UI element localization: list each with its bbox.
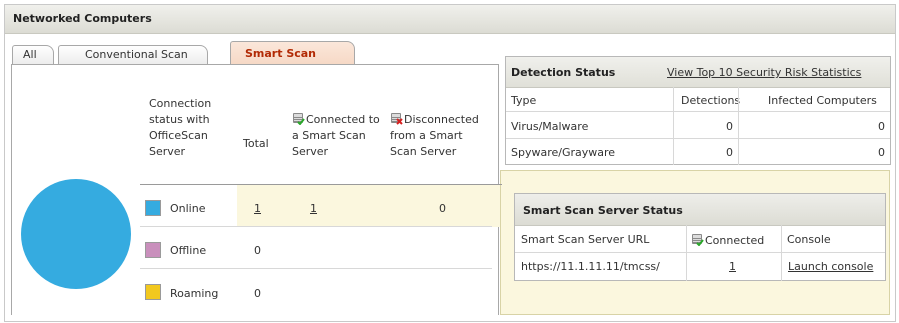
col-connected: Connected to a Smart Scan Server	[292, 112, 380, 160]
launch-console-link[interactable]: Launch console	[788, 260, 873, 273]
column-divider	[673, 87, 674, 165]
view-top10-link[interactable]: View Top 10 Security Risk Statistics	[667, 66, 861, 79]
tab-smart-scan[interactable]: Smart Scan	[230, 41, 355, 65]
legend-roaming-swatch	[145, 284, 161, 300]
row-offline-label: Offline	[170, 244, 207, 257]
detection-row-type: Spyware/Grayware	[511, 146, 616, 159]
legend-online-swatch	[145, 200, 161, 216]
offline-total-value: 0	[254, 244, 261, 257]
col-connection-status: Connection status with OfficeScan Server	[149, 97, 212, 158]
row-separator	[506, 138, 890, 139]
row-separator	[140, 268, 492, 269]
col-detections: Detections	[681, 94, 741, 107]
column-divider	[781, 225, 782, 281]
col-total: Total	[243, 137, 269, 150]
detection-row-type: Virus/Malware	[511, 120, 589, 133]
detection-status-title: Detection Status	[511, 66, 616, 79]
online-row-highlight	[237, 185, 502, 227]
server-connected-link[interactable]: 1	[729, 260, 736, 273]
column-divider	[686, 225, 687, 281]
row-separator	[140, 226, 492, 227]
row-separator	[515, 252, 885, 253]
online-connected-link[interactable]: 1	[310, 202, 317, 215]
panel-titlebar: Networked Computers	[5, 5, 895, 34]
online-total-link[interactable]: 1	[254, 202, 261, 215]
server-status-title: Smart Scan Server Status	[523, 204, 683, 217]
computer-connected-icon	[692, 234, 704, 246]
col-server-connected-label: Connected	[705, 234, 765, 247]
header-separator	[140, 184, 502, 185]
panel-title: Networked Computers	[13, 12, 152, 25]
detection-row-infected: 0	[878, 146, 885, 159]
computer-connected-icon	[293, 113, 305, 125]
col-infected-computers: Infected Computers	[768, 94, 877, 107]
detection-status-header: Detection Status View Top 10 Security Ri…	[506, 57, 890, 88]
row-online-label: Online	[170, 202, 206, 215]
online-disconnected-value: 0	[439, 202, 446, 215]
col-type: Type	[511, 94, 537, 107]
connection-pie-chart	[21, 179, 131, 289]
col-server-url: Smart Scan Server URL	[521, 233, 650, 246]
smart-scan-server-status-table: Smart Scan Server Status Smart Scan Serv…	[514, 193, 886, 281]
server-url-value: https://11.1.11.11/tmcss/	[521, 260, 660, 273]
col-server-connected: Connected	[691, 233, 764, 247]
tab-conventional-scan[interactable]: Conventional Scan	[58, 45, 208, 65]
legend-offline-swatch	[145, 242, 161, 258]
column-divider	[738, 87, 739, 165]
col-disconnected: Disconnected from a Smart Scan Server	[390, 112, 490, 160]
row-separator	[506, 111, 890, 112]
roaming-total-value: 0	[254, 287, 261, 300]
detection-row-count: 0	[726, 120, 733, 133]
detection-row-infected: 0	[878, 120, 885, 133]
server-status-header: Smart Scan Server Status	[515, 194, 885, 226]
row-roaming-label: Roaming	[170, 287, 219, 300]
computer-disconnected-icon	[391, 113, 403, 125]
tab-all[interactable]: All	[12, 45, 54, 65]
detection-status-table: Detection Status View Top 10 Security Ri…	[505, 56, 891, 165]
detection-row-count: 0	[726, 146, 733, 159]
col-connected-label: Connected to a Smart Scan Server	[292, 113, 380, 158]
col-console: Console	[787, 233, 831, 246]
col-disconnected-label: Disconnected from a Smart Scan Server	[390, 113, 479, 158]
